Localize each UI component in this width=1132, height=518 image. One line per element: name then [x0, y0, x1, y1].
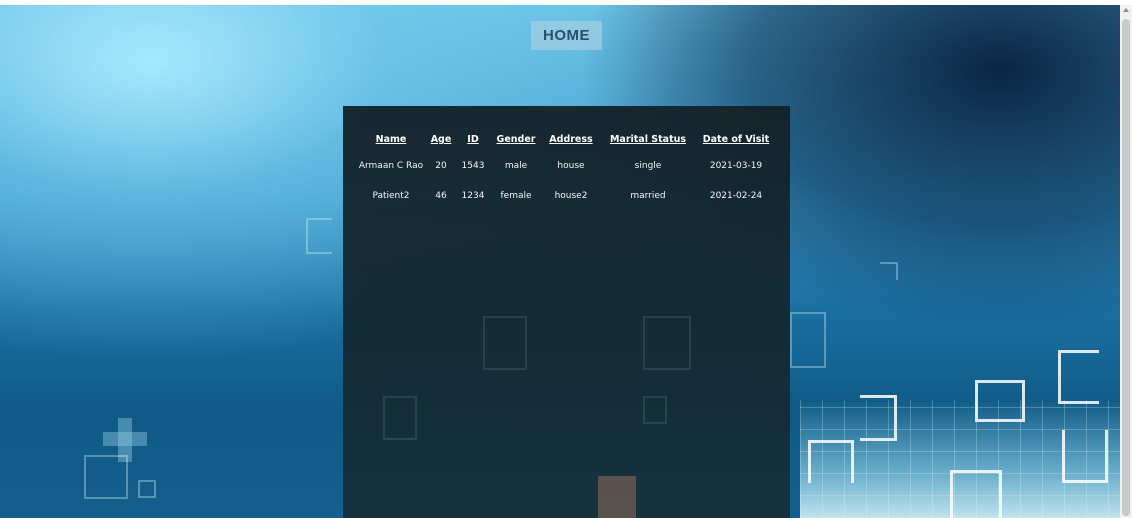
cell-marital-status: single [634, 161, 662, 171]
patient-records-panel: Name Age ID Gender Address Marital Statu… [343, 106, 790, 518]
decorative-cross-icon [84, 455, 128, 499]
cell-id: 1543 [461, 161, 485, 171]
decorative-cross-icon [383, 396, 417, 440]
header-age: Age [430, 134, 452, 145]
cell-marital-status: married [630, 191, 666, 201]
decorative-cross-icon [950, 470, 1002, 518]
header-address: Address [549, 134, 593, 145]
cell-date-of-visit: 2021-03-19 [709, 161, 763, 171]
cell-name: Armaan C Rao [358, 161, 424, 171]
header-date-of-visit: Date of Visit [702, 134, 770, 145]
header-id: ID [467, 134, 479, 145]
cell-age: 20 [435, 161, 447, 171]
patients-table: Name Age ID Gender Address Marital Statu… [353, 134, 779, 221]
scroll-up-arrow-icon[interactable] [1123, 8, 1129, 12]
decorative-cross-icon [860, 395, 897, 441]
table-row: Patient2 46 1234 female house2 married 2… [353, 191, 779, 221]
vertical-scrollbar[interactable] [1120, 5, 1132, 518]
cell-address: house [557, 161, 585, 171]
decorative-cross-icon [306, 218, 332, 254]
decorative-cross-icon [138, 480, 156, 498]
decorative-cross-icon [643, 396, 667, 424]
home-button[interactable]: HOME [531, 21, 602, 50]
decorative-cross-icon [975, 380, 1025, 422]
cell-address: house2 [554, 191, 588, 201]
table-row: Armaan C Rao 20 1543 male house single 2… [353, 161, 779, 191]
decorative-cross-icon [880, 262, 898, 280]
page-background: HOME Name Age ID Gender Address Marital … [0, 0, 1132, 518]
decorative-cross-icon [1058, 350, 1099, 404]
decorative-cross-icon [790, 312, 826, 368]
header-name: Name [375, 134, 407, 145]
cell-gender: male [504, 161, 528, 171]
cell-id: 1234 [461, 191, 485, 201]
scrollbar-thumb[interactable] [1122, 19, 1130, 516]
decorative-cross-icon [1062, 430, 1108, 483]
cell-date-of-visit: 2021-02-24 [709, 191, 763, 201]
cell-age: 46 [435, 191, 447, 201]
decorative-cross-icon [808, 440, 854, 483]
top-strip [0, 0, 1132, 5]
decorative-cross-icon [103, 432, 147, 446]
cell-name: Patient2 [372, 191, 410, 201]
cell-gender: female [500, 191, 532, 201]
decorative-cross-icon [643, 316, 691, 370]
table-header-row: Name Age ID Gender Address Marital Statu… [353, 134, 779, 161]
decorative-cross-icon [483, 316, 527, 370]
decorative-block [598, 476, 636, 518]
header-gender: Gender [496, 134, 536, 145]
header-marital-status: Marital Status [609, 134, 687, 145]
